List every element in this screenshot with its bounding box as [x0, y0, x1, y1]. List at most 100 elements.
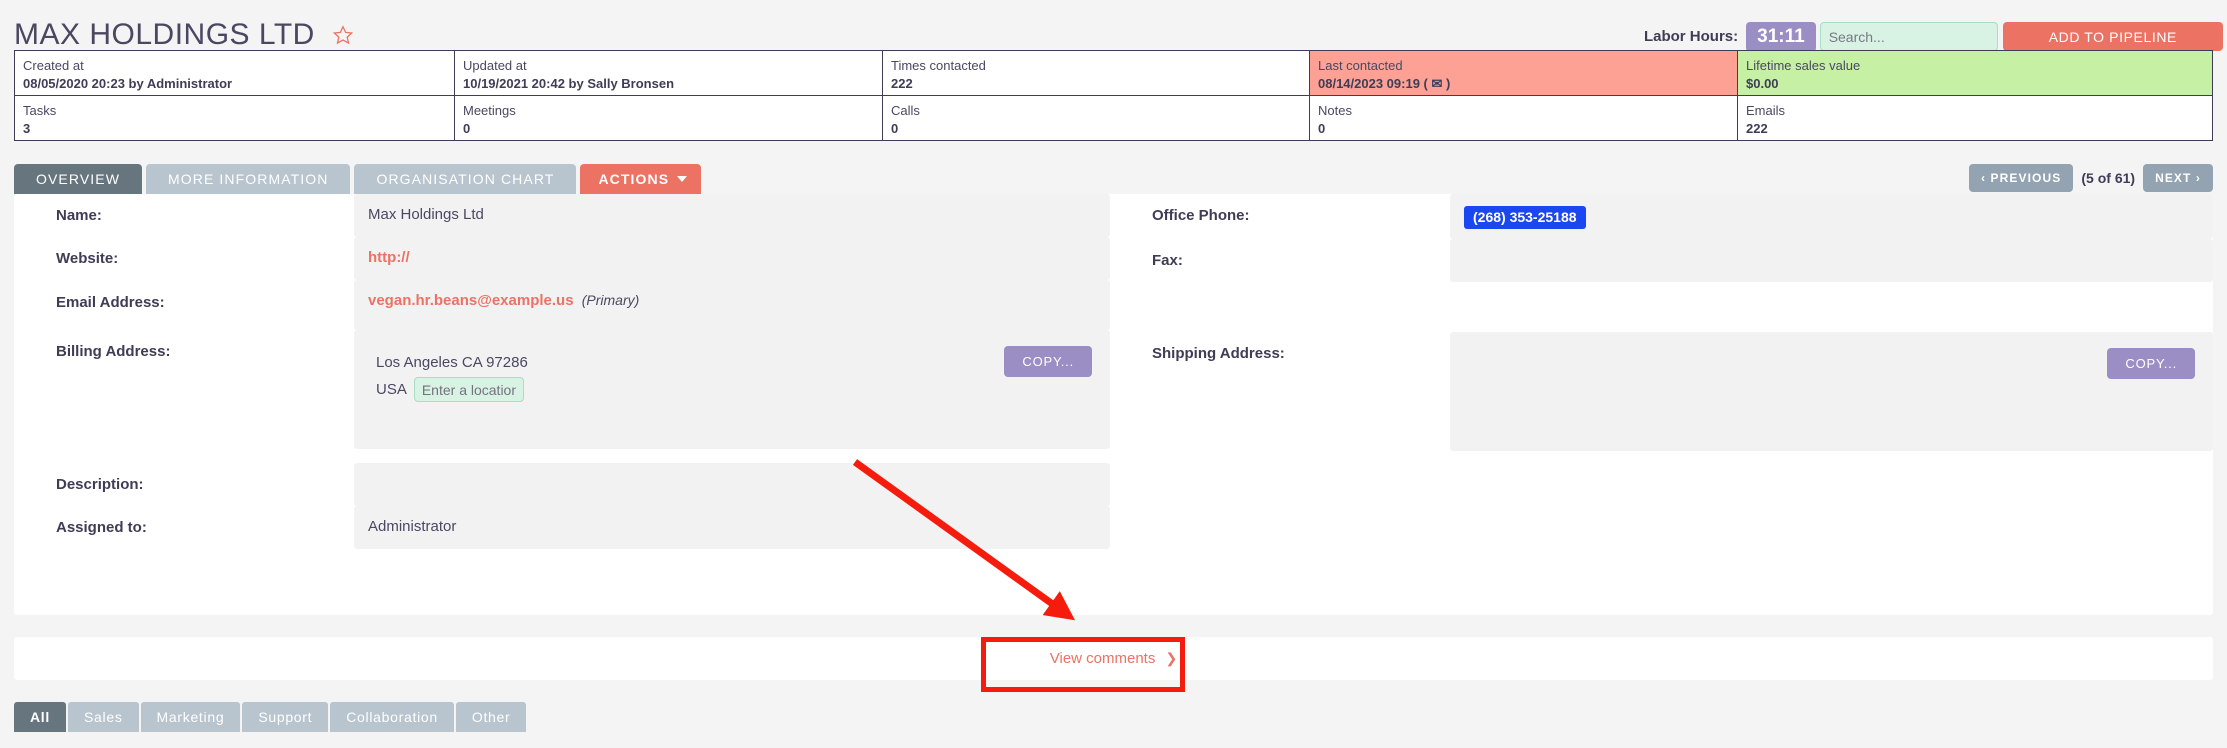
bottom-tab-other[interactable]: Other	[455, 702, 527, 732]
row-spacer	[1110, 282, 2213, 332]
field-value-email: vegan.hr.beans@example.us (Primary)	[354, 280, 1110, 330]
website-link[interactable]: http://	[368, 249, 410, 266]
tab-actions-dropdown[interactable]: ACTIONS	[580, 164, 702, 194]
field-email: Email Address: vegan.hr.beans@example.us…	[14, 280, 1110, 330]
bottom-tab-all[interactable]: All	[14, 702, 66, 732]
star-outline-icon[interactable]	[332, 20, 354, 54]
stats-grid: Created at 08/05/2020 20:23 by Administr…	[14, 50, 2213, 141]
stat-cell-tasks: Tasks 3	[15, 96, 455, 140]
stat-key: Emails	[1746, 103, 1786, 118]
detail-column-right: Office Phone: (268) 353-25188 Fax: Shipp…	[1110, 194, 2213, 549]
stat-cell-notes: Notes 0	[1310, 96, 1738, 140]
field-name: Name: Max Holdings Ltd	[14, 194, 1110, 237]
bottom-tab-collaboration[interactable]: Collaboration	[330, 702, 454, 732]
field-label-assigned-to: Assigned to:	[56, 519, 147, 536]
stat-key: Calls	[891, 103, 920, 118]
chevron-down-icon	[677, 176, 688, 182]
stat-value: 0	[891, 120, 899, 136]
field-assigned-to: Assigned to: Administrator	[14, 506, 1110, 549]
stat-key: Lifetime sales value	[1746, 58, 1861, 73]
field-value-fax[interactable]	[1450, 239, 2213, 282]
stat-value: 08/05/2020 20:23 by Administrator	[23, 75, 233, 91]
stat-cell-times-contacted: Times contacted 222	[883, 51, 1310, 95]
field-billing-address: Billing Address: Los Angeles CA 97286 US…	[14, 330, 1110, 449]
tab-overview[interactable]: OVERVIEW	[14, 164, 143, 194]
comments-strip: View comments ❯	[14, 637, 2213, 680]
page-title-text: MAX HOLDINGS LTD	[14, 18, 315, 51]
chevron-down-icon: ❯	[1165, 650, 1178, 666]
stat-cell-meetings: Meetings 0	[455, 96, 883, 140]
next-record-button[interactable]: NEXT ›	[2143, 164, 2213, 192]
labor-hours-label: Labor Hours:	[1643, 28, 1739, 46]
stat-key: Tasks	[23, 103, 57, 118]
field-value-name[interactable]: Max Holdings Ltd	[354, 194, 1110, 237]
crm-company-detail-page: MAX HOLDINGS LTD Labor Hours: 31:11 ADD …	[0, 0, 2227, 748]
field-label-description: Description:	[56, 476, 144, 493]
field-label-fax: Fax:	[1152, 252, 1183, 269]
record-count-label: (5 of 61)	[2081, 170, 2136, 186]
field-value-description[interactable]	[354, 463, 1110, 506]
stat-cell-last-contacted: Last contacted 08/14/2023 09:19 ( ✉ )	[1310, 51, 1738, 95]
bottom-tab-marketing[interactable]: Marketing	[140, 702, 241, 732]
stat-cell-updated-at: Updated at 10/19/2021 20:42 by Sally Bro…	[455, 51, 883, 95]
stat-cell-created-at: Created at 08/05/2020 20:23 by Administr…	[15, 51, 455, 95]
previous-record-button[interactable]: ‹ PREVIOUS	[1969, 164, 2074, 192]
stat-cell-lifetime-sales-value: Lifetime sales value $0.00	[1738, 51, 2212, 95]
field-label-shipping-address: Shipping Address:	[1152, 345, 1285, 362]
stat-key: Meetings	[463, 103, 516, 118]
field-description: Description:	[14, 463, 1110, 506]
tab-actions-label: ACTIONS	[598, 171, 670, 187]
stat-value: 222	[1746, 120, 1768, 136]
detail-column-left: Name: Max Holdings Ltd Website: http:// …	[14, 194, 1110, 549]
stats-row-1: Created at 08/05/2020 20:23 by Administr…	[15, 51, 2212, 95]
shipping-copy-button[interactable]: COPY...	[2107, 348, 2195, 379]
field-fax: Fax:	[1110, 239, 2213, 282]
field-label-office-phone: Office Phone:	[1152, 207, 1250, 224]
tab-more-information[interactable]: MORE INFORMATION	[146, 164, 351, 194]
stat-value: 0	[463, 120, 471, 136]
field-value-office-phone[interactable]: (268) 353-25188	[1450, 194, 2213, 239]
tab-organisation-chart[interactable]: ORGANISATION CHART	[354, 164, 577, 194]
view-comments-label: View comments	[1049, 650, 1156, 667]
header-controls: Labor Hours: 31:11 ADD TO PIPELINE	[1644, 22, 2223, 52]
stat-cell-calls: Calls 0	[883, 96, 1310, 140]
billing-country-row: USA	[376, 377, 1096, 402]
record-pager: ‹ PREVIOUS (5 of 61) NEXT ›	[1969, 164, 2213, 192]
stat-key: Notes	[1318, 103, 1352, 118]
field-value-website: http://	[354, 237, 1110, 280]
chevron-left-icon: ‹	[1981, 171, 1991, 185]
field-shipping-address: Shipping Address: COPY...	[1110, 332, 2213, 451]
stat-key: Created at	[23, 58, 84, 73]
email-link[interactable]: vegan.hr.beans@example.us	[368, 292, 574, 309]
field-value-shipping-address: COPY...	[1450, 332, 2213, 451]
labor-hours-badge: 31:11	[1746, 22, 1816, 52]
field-label-website: Website:	[56, 250, 119, 267]
billing-city-line: Los Angeles CA 97286	[376, 354, 528, 371]
view-comments-toggle[interactable]: View comments ❯	[1050, 650, 1178, 667]
bottom-tab-sales[interactable]: Sales	[68, 702, 139, 732]
page-title: MAX HOLDINGS LTD	[14, 18, 354, 54]
overview-detail-panel: Name: Max Holdings Ltd Website: http:// …	[14, 194, 2213, 615]
next-label: NEXT	[2155, 171, 2192, 185]
chevron-right-icon: ›	[2191, 171, 2201, 185]
office-phone-selected-text: (268) 353-25188	[1464, 206, 1586, 229]
billing-copy-button[interactable]: COPY...	[1004, 346, 1092, 377]
field-value-billing-address: Los Angeles CA 97286 USA COPY...	[354, 330, 1110, 449]
stat-value: 3	[23, 120, 31, 136]
field-label-email: Email Address:	[56, 294, 165, 311]
search-input[interactable]	[1819, 22, 1998, 52]
field-label-billing-address: Billing Address:	[56, 343, 171, 360]
email-primary-note: (Primary)	[581, 292, 640, 308]
stat-value: 10/19/2021 20:42 by Sally Bronsen	[463, 75, 675, 91]
add-to-pipeline-button[interactable]: ADD TO PIPELINE	[2002, 22, 2223, 52]
bottom-tab-support[interactable]: Support	[242, 702, 329, 732]
previous-label: PREVIOUS	[1990, 171, 2062, 185]
field-label-name: Name:	[56, 207, 102, 224]
stat-key: Updated at	[463, 58, 527, 73]
activity-filter-tabs: All Sales Marketing Support Collaboratio…	[14, 702, 527, 732]
stat-key: Last contacted	[1318, 58, 1403, 73]
billing-location-input[interactable]	[413, 377, 524, 402]
stats-row-2: Tasks 3 Meetings 0 Calls 0 Notes 0 Email…	[15, 95, 2212, 140]
stat-value: 0	[1318, 120, 1326, 136]
field-value-assigned-to[interactable]: Administrator	[354, 506, 1110, 549]
